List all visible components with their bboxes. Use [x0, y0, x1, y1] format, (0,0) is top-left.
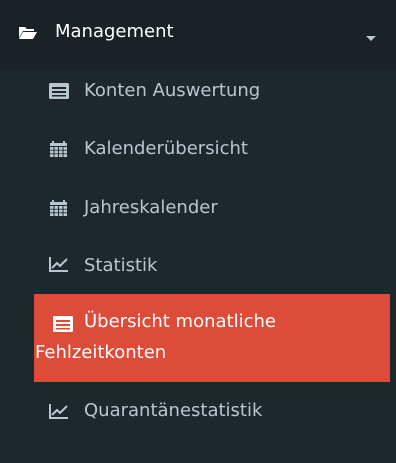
list-alt-icon [49, 83, 69, 99]
folder-open-icon [19, 27, 37, 39]
menu-item-label: Jahreskalender [84, 197, 218, 218]
line-chart-icon [49, 404, 68, 419]
menu-item-label: Quarantänestatistik [84, 400, 263, 421]
line-chart-icon [49, 257, 68, 272]
menu-item-label: Statistik [84, 255, 158, 276]
menu-item-quarantaenestatistik[interactable]: Quarantänestatistik [0, 382, 396, 440]
caret-down-icon[interactable] [366, 36, 376, 41]
menu-item-uebersicht-monatliche-fehlzeitkonten[interactable]: Übersicht monatliche Fehlzeitkonten [34, 294, 390, 382]
menu-item-label: Kalenderübersicht [84, 138, 248, 159]
menu-item-label: Konten Auswertung [84, 80, 261, 101]
menu-item-statistik[interactable]: Statistik [0, 238, 396, 296]
menu-item-label-line2: Fehlzeitkonten [35, 342, 167, 363]
management-menu-header[interactable]: Management [0, 0, 396, 70]
management-label: Management [55, 21, 174, 42]
menu-item-kalenderuebersicht[interactable]: Kalenderübersicht [0, 122, 396, 180]
menu-item-konten-auswertung[interactable]: Konten Auswertung [0, 64, 396, 122]
menu-item-label-line1: Übersicht monatliche [84, 311, 276, 332]
list-alt-icon [53, 316, 73, 332]
calendar-icon [50, 141, 67, 157]
menu-item-jahreskalender[interactable]: Jahreskalender [0, 180, 396, 238]
calendar-icon [50, 200, 67, 216]
